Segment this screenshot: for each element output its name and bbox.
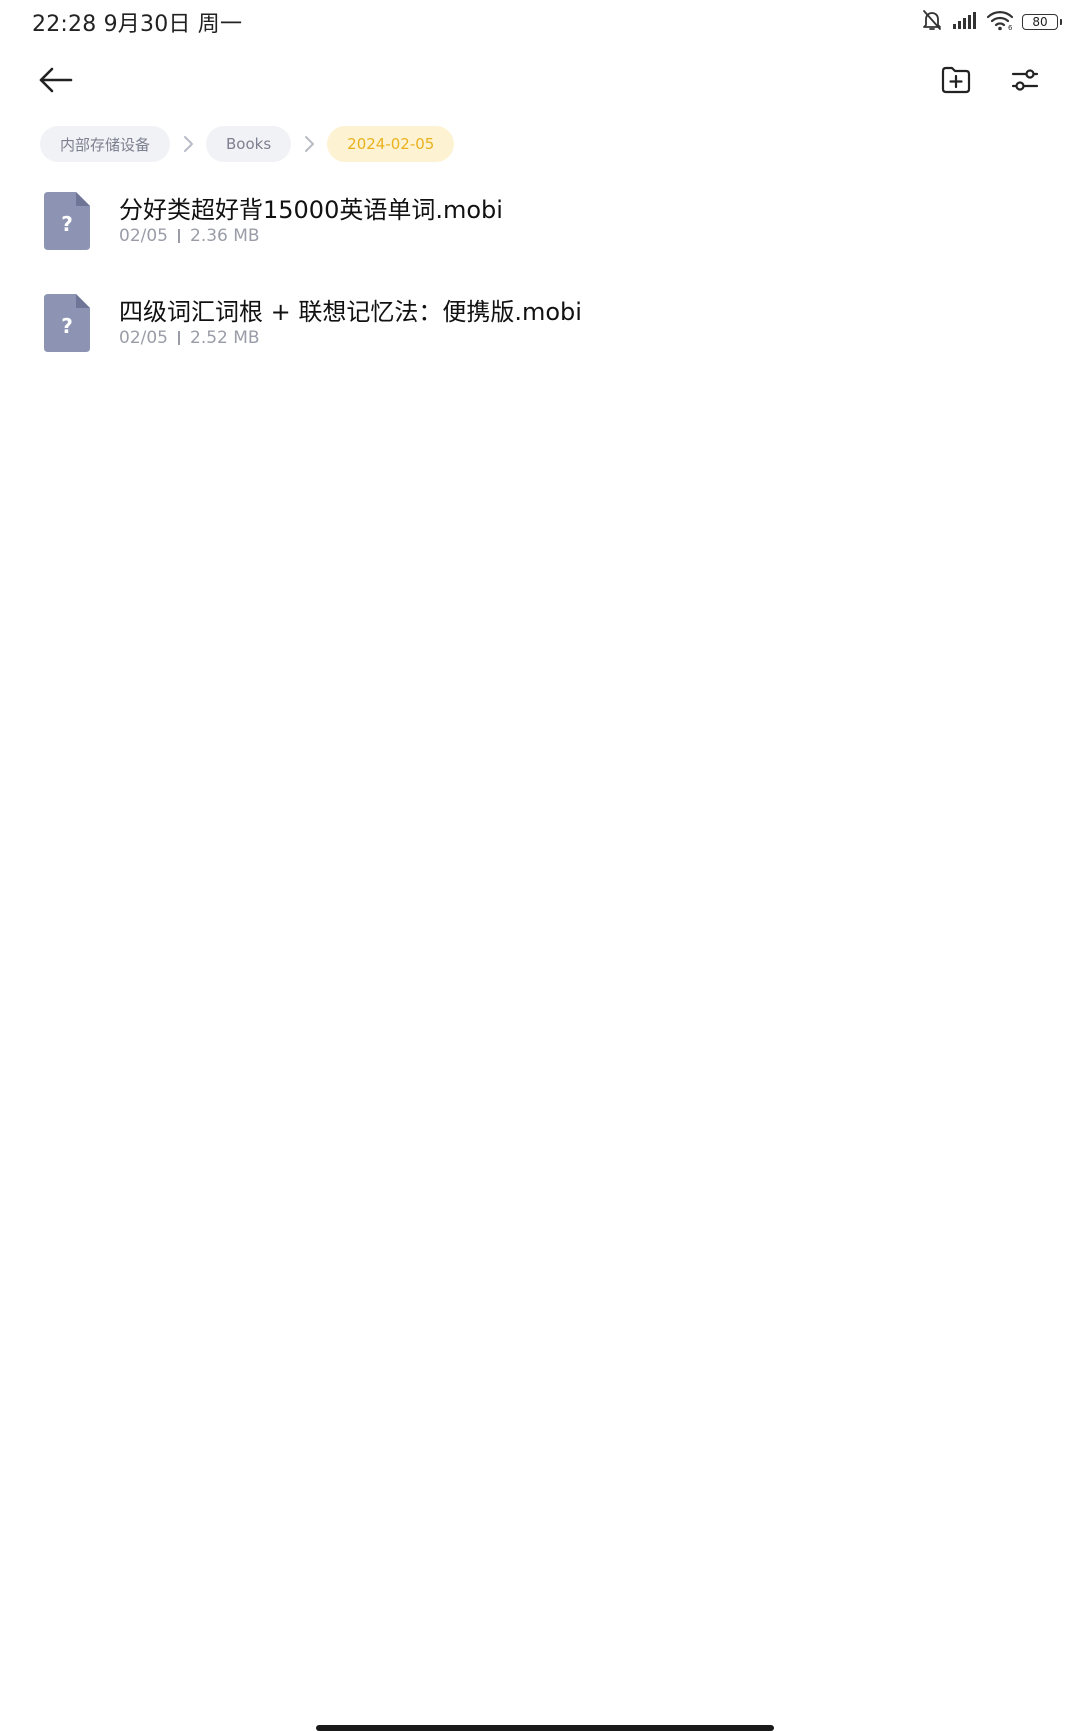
svg-text:6: 6	[1008, 24, 1013, 31]
meta-divider	[178, 229, 180, 243]
breadcrumb-item-current-folder[interactable]: 2024-02-05	[327, 126, 455, 162]
file-date: 02/05	[119, 226, 168, 246]
meta-divider	[178, 331, 180, 345]
sliders-icon	[1011, 69, 1039, 91]
svg-text:?: ?	[61, 212, 73, 236]
file-meta: 02/05 2.36 MB	[119, 226, 260, 246]
file-date: 02/05	[119, 328, 168, 348]
back-button[interactable]	[34, 58, 78, 102]
file-size: 2.36 MB	[190, 226, 260, 246]
svg-text:?: ?	[61, 314, 73, 338]
battery-icon: 80	[1022, 14, 1062, 30]
unknown-file-icon: ?	[44, 294, 90, 352]
status-icons: 6 80	[920, 8, 1062, 36]
cellular-signal-icon	[952, 10, 978, 34]
status-bar: 22:28 9月30日 周一 6 80	[0, 0, 1080, 40]
file-row[interactable]: ? 四级词汇词根 + 联想记忆法：便携版.mobi 02/05 2.52 MB	[0, 286, 1080, 388]
folder-plus-icon	[941, 66, 971, 94]
breadcrumb-item-books[interactable]: Books	[206, 126, 292, 162]
file-meta: 02/05 2.52 MB	[119, 328, 260, 348]
battery-level: 80	[1032, 15, 1048, 29]
wifi-icon: 6	[986, 9, 1014, 35]
settings-button[interactable]	[1003, 58, 1047, 102]
unknown-file-icon: ?	[44, 192, 90, 250]
chevron-right-icon	[291, 126, 327, 162]
chevron-right-icon	[170, 126, 206, 162]
arrow-left-icon	[39, 67, 73, 93]
breadcrumb: 内部存储设备 Books 2024-02-05	[40, 126, 455, 162]
file-row[interactable]: ? 分好类超好背15000英语单词.mobi 02/05 2.36 MB	[0, 184, 1080, 286]
file-name: 分好类超好背15000英语单词.mobi	[119, 196, 503, 224]
file-name: 四级词汇词根 + 联想记忆法：便携版.mobi	[119, 298, 582, 326]
new-folder-button[interactable]	[934, 58, 978, 102]
mute-bell-icon	[920, 8, 944, 36]
breadcrumb-item-internal-storage[interactable]: 内部存储设备	[40, 126, 171, 162]
file-list: ? 分好类超好背15000英语单词.mobi 02/05 2.36 MB ? 四…	[0, 184, 1080, 388]
file-size: 2.52 MB	[190, 328, 260, 348]
status-time-date: 22:28 9月30日 周一	[32, 12, 243, 37]
home-indicator[interactable]	[316, 1725, 774, 1731]
